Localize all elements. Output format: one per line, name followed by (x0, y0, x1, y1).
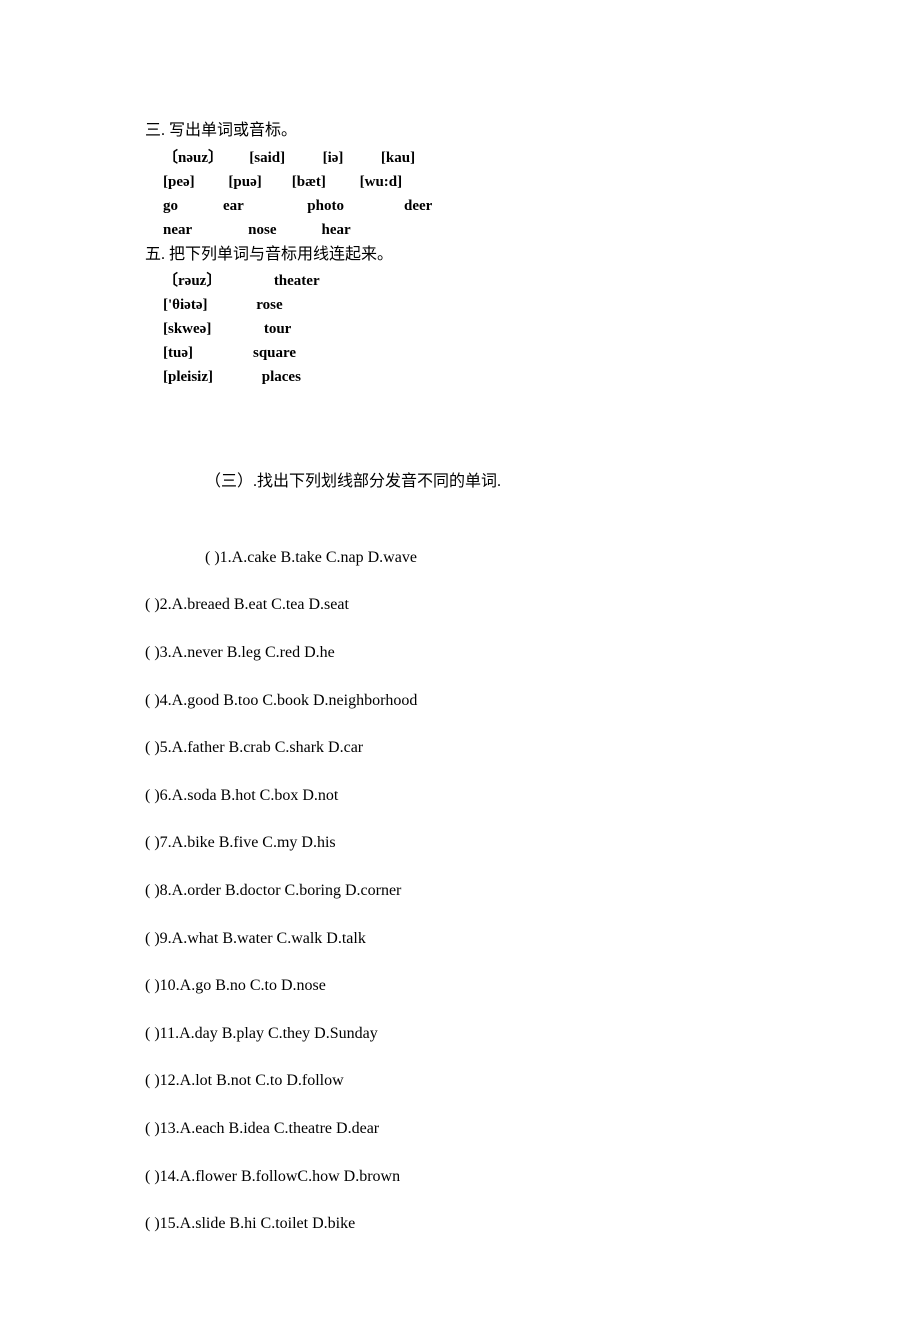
question-5: ( )5.A.father B.crab C.shark D.car (145, 735, 775, 761)
question-7: ( )7.A.bike B.five C.my D.his (145, 830, 775, 856)
section-5-row-3: [skweə] tour (163, 317, 775, 341)
section-5-row-5: [pleisiz] places (163, 365, 775, 389)
question-15: ( )15.A.slide B.hi C.toilet D.bike (145, 1211, 775, 1237)
section-3-row-4: near nose hear (163, 218, 775, 242)
question-6: ( )6.A.soda B.hot C.box D.not (145, 783, 775, 809)
section-3-title: 三. 写出单词或音标。 (145, 118, 775, 144)
subsection-3-title: （三）.找出下列划线部分发音不同的单词. (205, 469, 775, 495)
question-9: ( )9.A.what B.water C.walk D.talk (145, 926, 775, 952)
section-3-row-1: 〔nəuz〕 [said] [iə] [kau] (163, 146, 775, 170)
section-5-row-2: ['θiətə] rose (163, 293, 775, 317)
section-5-title: 五. 把下列单词与音标用线连起来。 (145, 242, 775, 268)
question-13: ( )13.A.each B.idea C.theatre D.dear (145, 1116, 775, 1142)
question-8: ( )8.A.order B.doctor C.boring D.corner (145, 878, 775, 904)
section-3-row-3: go ear photo deer (163, 194, 775, 218)
section-3-row-2: [peə] [puə] [bæt] [wu:d] (163, 170, 775, 194)
question-4: ( )4.A.good B.too C.book D.neighborhood (145, 688, 775, 714)
question-10: ( )10.A.go B.no C.to D.nose (145, 973, 775, 999)
question-3: ( )3.A.never B.leg C.red D.he (145, 640, 775, 666)
question-12: ( )12.A.lot B.not C.to D.follow (145, 1068, 775, 1094)
section-5-row-4: [tuə] square (163, 341, 775, 365)
question-2: ( )2.A.breaed B.eat C.tea D.seat (145, 592, 775, 618)
question-14: ( )14.A.flower B.followC.how D.brown (145, 1164, 775, 1190)
section-5-row-1: 〔rəuz〕 theater (163, 269, 775, 293)
question-11: ( )11.A.day B.play C.they D.Sunday (145, 1021, 775, 1047)
question-1: ( )1.A.cake B.take C.nap D.wave (205, 545, 775, 571)
